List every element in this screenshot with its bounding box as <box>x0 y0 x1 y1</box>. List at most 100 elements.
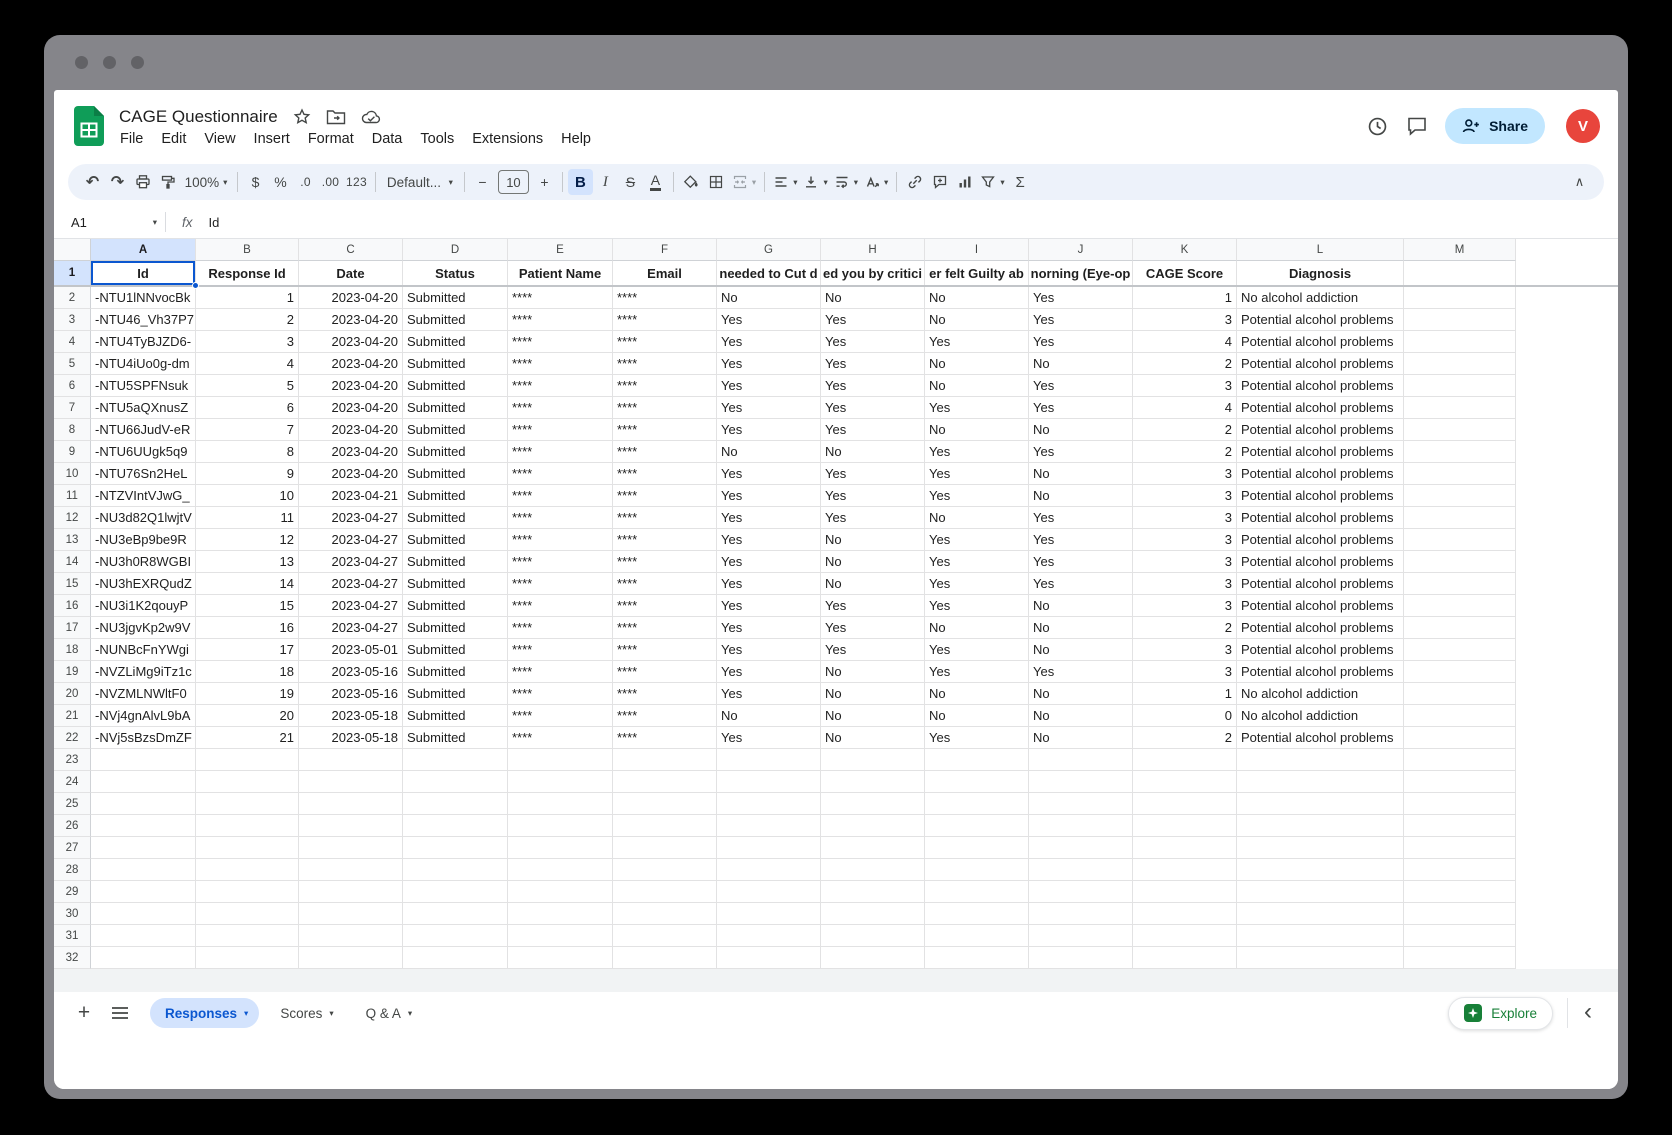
cell-F1[interactable]: Email <box>613 261 717 285</box>
cell-E15[interactable]: **** <box>508 573 613 595</box>
cell-M29[interactable] <box>1404 881 1516 903</box>
cell-C1[interactable]: Date <box>299 261 403 285</box>
cell-K19[interactable]: 3 <box>1133 661 1237 683</box>
cell-G15[interactable]: Yes <box>717 573 821 595</box>
cell-I20[interactable]: No <box>925 683 1029 705</box>
cell-E11[interactable]: **** <box>508 485 613 507</box>
cell-L8[interactable]: Potential alcohol problems <box>1237 419 1404 441</box>
cell-J13[interactable]: Yes <box>1029 529 1133 551</box>
cell-G22[interactable]: Yes <box>717 727 821 749</box>
cell-J16[interactable]: No <box>1029 595 1133 617</box>
cell-L10[interactable]: Potential alcohol problems <box>1237 463 1404 485</box>
cell-D4[interactable]: Submitted <box>403 331 508 353</box>
cell-A32[interactable] <box>91 947 196 969</box>
cell-K20[interactable]: 1 <box>1133 683 1237 705</box>
cell-E14[interactable]: **** <box>508 551 613 573</box>
cell-K22[interactable]: 2 <box>1133 727 1237 749</box>
menu-help[interactable]: Help <box>552 129 600 149</box>
cell-M10[interactable] <box>1404 463 1516 485</box>
cell-H11[interactable]: Yes <box>821 485 925 507</box>
cell-H8[interactable]: Yes <box>821 419 925 441</box>
move-folder-icon[interactable] <box>326 108 346 126</box>
row-header-32[interactable]: 32 <box>54 947 91 969</box>
cell-F6[interactable]: **** <box>613 375 717 397</box>
cell-F5[interactable]: **** <box>613 353 717 375</box>
window-zoom-button[interactable] <box>131 56 144 69</box>
cell-E10[interactable]: **** <box>508 463 613 485</box>
cell-G20[interactable]: Yes <box>717 683 821 705</box>
cell-I7[interactable]: Yes <box>925 397 1029 419</box>
cell-K3[interactable]: 3 <box>1133 309 1237 331</box>
cell-I8[interactable]: No <box>925 419 1029 441</box>
cell-H5[interactable]: Yes <box>821 353 925 375</box>
cell-L22[interactable]: Potential alcohol problems <box>1237 727 1404 749</box>
cell-H3[interactable]: Yes <box>821 309 925 331</box>
cell-D12[interactable]: Submitted <box>403 507 508 529</box>
all-sheets-button[interactable] <box>104 998 136 1028</box>
cell-D22[interactable]: Submitted <box>403 727 508 749</box>
cell-C5[interactable]: 2023-04-20 <box>299 353 403 375</box>
column-header-K[interactable]: K <box>1133 239 1237 261</box>
cell-D21[interactable]: Submitted <box>403 705 508 727</box>
cell-F24[interactable] <box>613 771 717 793</box>
cell-A5[interactable]: -NTU4iUo0g-dm <box>91 353 196 375</box>
row-header-31[interactable]: 31 <box>54 925 91 947</box>
cell-I15[interactable]: Yes <box>925 573 1029 595</box>
cell-E31[interactable] <box>508 925 613 947</box>
cell-E6[interactable]: **** <box>508 375 613 397</box>
cell-A8[interactable]: -NTU66JudV-eR <box>91 419 196 441</box>
cell-M17[interactable] <box>1404 617 1516 639</box>
cell-K30[interactable] <box>1133 903 1237 925</box>
cell-E18[interactable]: **** <box>508 639 613 661</box>
cell-K2[interactable]: 1 <box>1133 287 1237 309</box>
document-title[interactable]: CAGE Questionnaire <box>119 107 278 127</box>
column-header-L[interactable]: L <box>1237 239 1404 261</box>
cell-I10[interactable]: Yes <box>925 463 1029 485</box>
italic-button[interactable]: I <box>593 169 618 195</box>
cell-J15[interactable]: Yes <box>1029 573 1133 595</box>
cell-L20[interactable]: No alcohol addiction <box>1237 683 1404 705</box>
cell-C25[interactable] <box>299 793 403 815</box>
hide-menus-button[interactable]: ∧ <box>1567 169 1592 195</box>
cell-E13[interactable]: **** <box>508 529 613 551</box>
cell-K16[interactable]: 3 <box>1133 595 1237 617</box>
cell-I19[interactable]: Yes <box>925 661 1029 683</box>
cell-D11[interactable]: Submitted <box>403 485 508 507</box>
cell-A20[interactable]: -NVZMLNWltF0 <box>91 683 196 705</box>
cell-H24[interactable] <box>821 771 925 793</box>
cell-H17[interactable]: Yes <box>821 617 925 639</box>
cell-I23[interactable] <box>925 749 1029 771</box>
cell-K23[interactable] <box>1133 749 1237 771</box>
cell-D28[interactable] <box>403 859 508 881</box>
vertical-align-button[interactable]: ▾ <box>800 169 830 195</box>
cell-M19[interactable] <box>1404 661 1516 683</box>
cell-M5[interactable] <box>1404 353 1516 375</box>
cell-J18[interactable]: No <box>1029 639 1133 661</box>
cell-A16[interactable]: -NU3i1K2qouyP <box>91 595 196 617</box>
cell-K10[interactable]: 3 <box>1133 463 1237 485</box>
text-rotation-button[interactable]: ▾ <box>861 169 891 195</box>
cell-G12[interactable]: Yes <box>717 507 821 529</box>
cell-D10[interactable]: Submitted <box>403 463 508 485</box>
cell-L9[interactable]: Potential alcohol problems <box>1237 441 1404 463</box>
cell-E28[interactable] <box>508 859 613 881</box>
cell-B1[interactable]: Response Id <box>196 261 299 285</box>
cell-K21[interactable]: 0 <box>1133 705 1237 727</box>
cell-F3[interactable]: **** <box>613 309 717 331</box>
print-button[interactable] <box>130 169 155 195</box>
cell-E27[interactable] <box>508 837 613 859</box>
cell-C30[interactable] <box>299 903 403 925</box>
cell-K31[interactable] <box>1133 925 1237 947</box>
create-filter-button[interactable]: ▾ <box>977 169 1007 195</box>
cell-C3[interactable]: 2023-04-20 <box>299 309 403 331</box>
cell-C20[interactable]: 2023-05-16 <box>299 683 403 705</box>
cell-J10[interactable]: No <box>1029 463 1133 485</box>
cell-F26[interactable] <box>613 815 717 837</box>
cell-G8[interactable]: Yes <box>717 419 821 441</box>
menu-data[interactable]: Data <box>363 129 412 149</box>
cell-A23[interactable] <box>91 749 196 771</box>
cell-J20[interactable]: No <box>1029 683 1133 705</box>
cell-D30[interactable] <box>403 903 508 925</box>
cell-A1[interactable]: Id <box>91 261 196 285</box>
cell-B11[interactable]: 10 <box>196 485 299 507</box>
